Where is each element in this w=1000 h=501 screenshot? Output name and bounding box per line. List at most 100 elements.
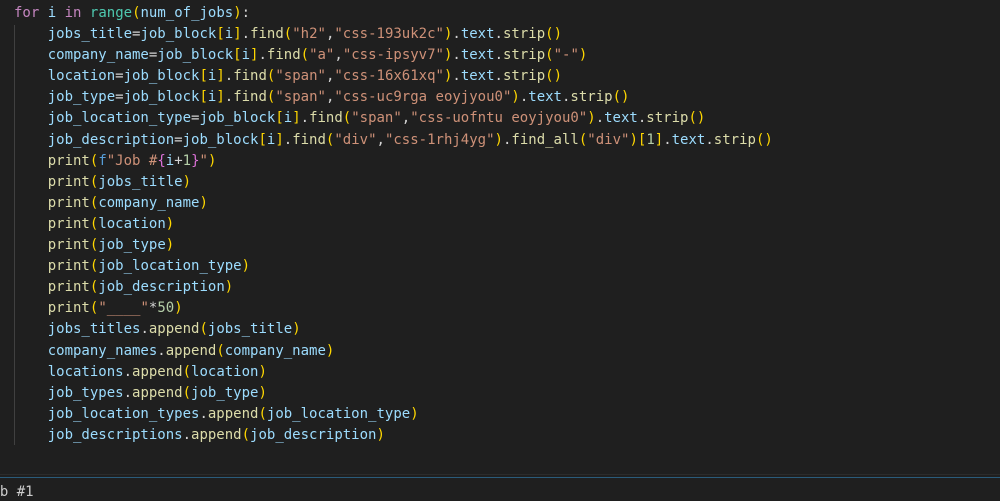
code-token: .: [494, 47, 503, 64]
code-line[interactable]: locations.append(location): [14, 362, 773, 383]
code-token: locations: [47, 363, 124, 380]
code-token: =: [115, 89, 124, 106]
code-token: find: [250, 26, 284, 43]
code-token: .: [494, 68, 503, 85]
code-token: .: [224, 89, 234, 106]
code-token: ): [258, 363, 267, 380]
code-token: (: [241, 426, 251, 443]
code-token: text: [460, 47, 495, 64]
cell-output: Job #1: [0, 484, 34, 500]
code-line[interactable]: job_location_type=job_block[i].find("spa…: [14, 108, 773, 129]
code-line[interactable]: print(jobs_title): [14, 172, 773, 193]
code-token: strip: [646, 110, 689, 127]
output-line: Job #1: [0, 484, 34, 500]
code-token: text: [460, 26, 495, 43]
code-token: .: [300, 110, 310, 127]
code-token: ): [511, 89, 520, 106]
code-editor[interactable]: for i in range(num_of_jobs): jobs_title=…: [14, 3, 773, 446]
code-token: ): [241, 258, 251, 275]
code-token: "css-uc9rga eoyjyou0": [334, 89, 512, 106]
code-token: "Job #: [106, 152, 158, 169]
code-token: ]: [654, 131, 664, 148]
code-token: ,: [376, 131, 385, 148]
code-token: ): [165, 237, 175, 254]
code-token: job_description: [250, 426, 377, 443]
indent-guide: [14, 25, 15, 445]
code-token: job_block: [140, 26, 217, 43]
code-line[interactable]: for i in range(num_of_jobs):: [14, 3, 773, 24]
code-token: ]: [216, 89, 225, 106]
code-line[interactable]: job_types.append(job_type): [14, 383, 773, 404]
code-line[interactable]: job_descriptions.append(job_description): [14, 425, 773, 446]
code-token: .: [182, 426, 192, 443]
code-token: i: [224, 26, 234, 43]
code-token: text: [460, 68, 495, 85]
code-line[interactable]: job_location_types.append(job_location_t…: [14, 404, 773, 425]
code-token: jobs_title: [207, 321, 293, 338]
code-token: .: [258, 47, 267, 64]
code-token: ): [258, 384, 267, 401]
code-token: jobs_title: [98, 173, 183, 190]
code-line[interactable]: print(f"Job #{i+1}"): [14, 151, 773, 172]
code-line[interactable]: company_name=job_block[i].find("a","css-…: [14, 45, 773, 66]
code-line[interactable]: print("____"*50): [14, 298, 773, 319]
code-token: (: [182, 363, 192, 380]
code-token: company_name: [224, 342, 326, 359]
code-line[interactable]: location=job_block[i].find("span","css-1…: [14, 66, 773, 87]
code-token: "css-1rhj4yg": [384, 131, 495, 148]
code-token: 50: [157, 300, 175, 317]
code-token: .: [123, 363, 133, 380]
code-token: find: [292, 131, 326, 148]
code-token: +: [174, 152, 183, 169]
code-line[interactable]: company_names.append(company_name): [14, 341, 773, 362]
code-token: strip: [502, 26, 546, 43]
code-line[interactable]: print(company_name): [14, 193, 773, 214]
code-line[interactable]: print(job_type): [14, 235, 773, 256]
code-token: print: [47, 237, 90, 254]
code-token: job_location_type: [47, 110, 192, 127]
code-token: job_block: [123, 89, 200, 106]
code-token: job_location_type: [98, 258, 242, 275]
code-token: append: [132, 384, 183, 401]
code-token: job_location_types: [47, 405, 200, 422]
code-token: in: [64, 5, 82, 21]
code-line[interactable]: print(job_location_type): [14, 256, 773, 277]
code-token: "div": [334, 131, 377, 148]
code-token: ]: [275, 131, 284, 148]
code-line[interactable]: jobs_titles.append(jobs_title): [14, 319, 773, 340]
code-token: jobs_title: [47, 26, 133, 43]
code-token: find: [233, 89, 267, 106]
code-token: 1: [646, 131, 655, 148]
code-line[interactable]: job_type=job_block[i].find("span","css-u…: [14, 87, 773, 108]
code-token: .: [705, 131, 714, 148]
code-token: ): [410, 405, 419, 422]
code-token: job_block: [182, 131, 259, 148]
code-token: i: [47, 5, 57, 21]
code-token: ): [182, 173, 192, 190]
code-token: company_name: [47, 47, 149, 64]
code-token: .: [519, 89, 529, 106]
code-line[interactable]: print(location): [14, 214, 773, 235]
code-line[interactable]: jobs_title=job_block[i].find("h2","css-1…: [14, 24, 773, 45]
code-token: text: [528, 89, 562, 106]
code-token: print: [47, 152, 90, 169]
code-token: ): [165, 215, 175, 232]
code-token: "div": [587, 131, 630, 148]
code-token: =: [115, 68, 124, 85]
cell-divider: [0, 474, 1000, 475]
code-line[interactable]: print(job_description): [14, 277, 773, 298]
code-token: (: [545, 47, 554, 64]
code-line[interactable]: job_description=job_block[i].find("div",…: [14, 130, 773, 151]
code-token: ): [494, 131, 503, 148]
code-token: strip: [503, 47, 546, 64]
code-token: "a": [309, 47, 335, 64]
